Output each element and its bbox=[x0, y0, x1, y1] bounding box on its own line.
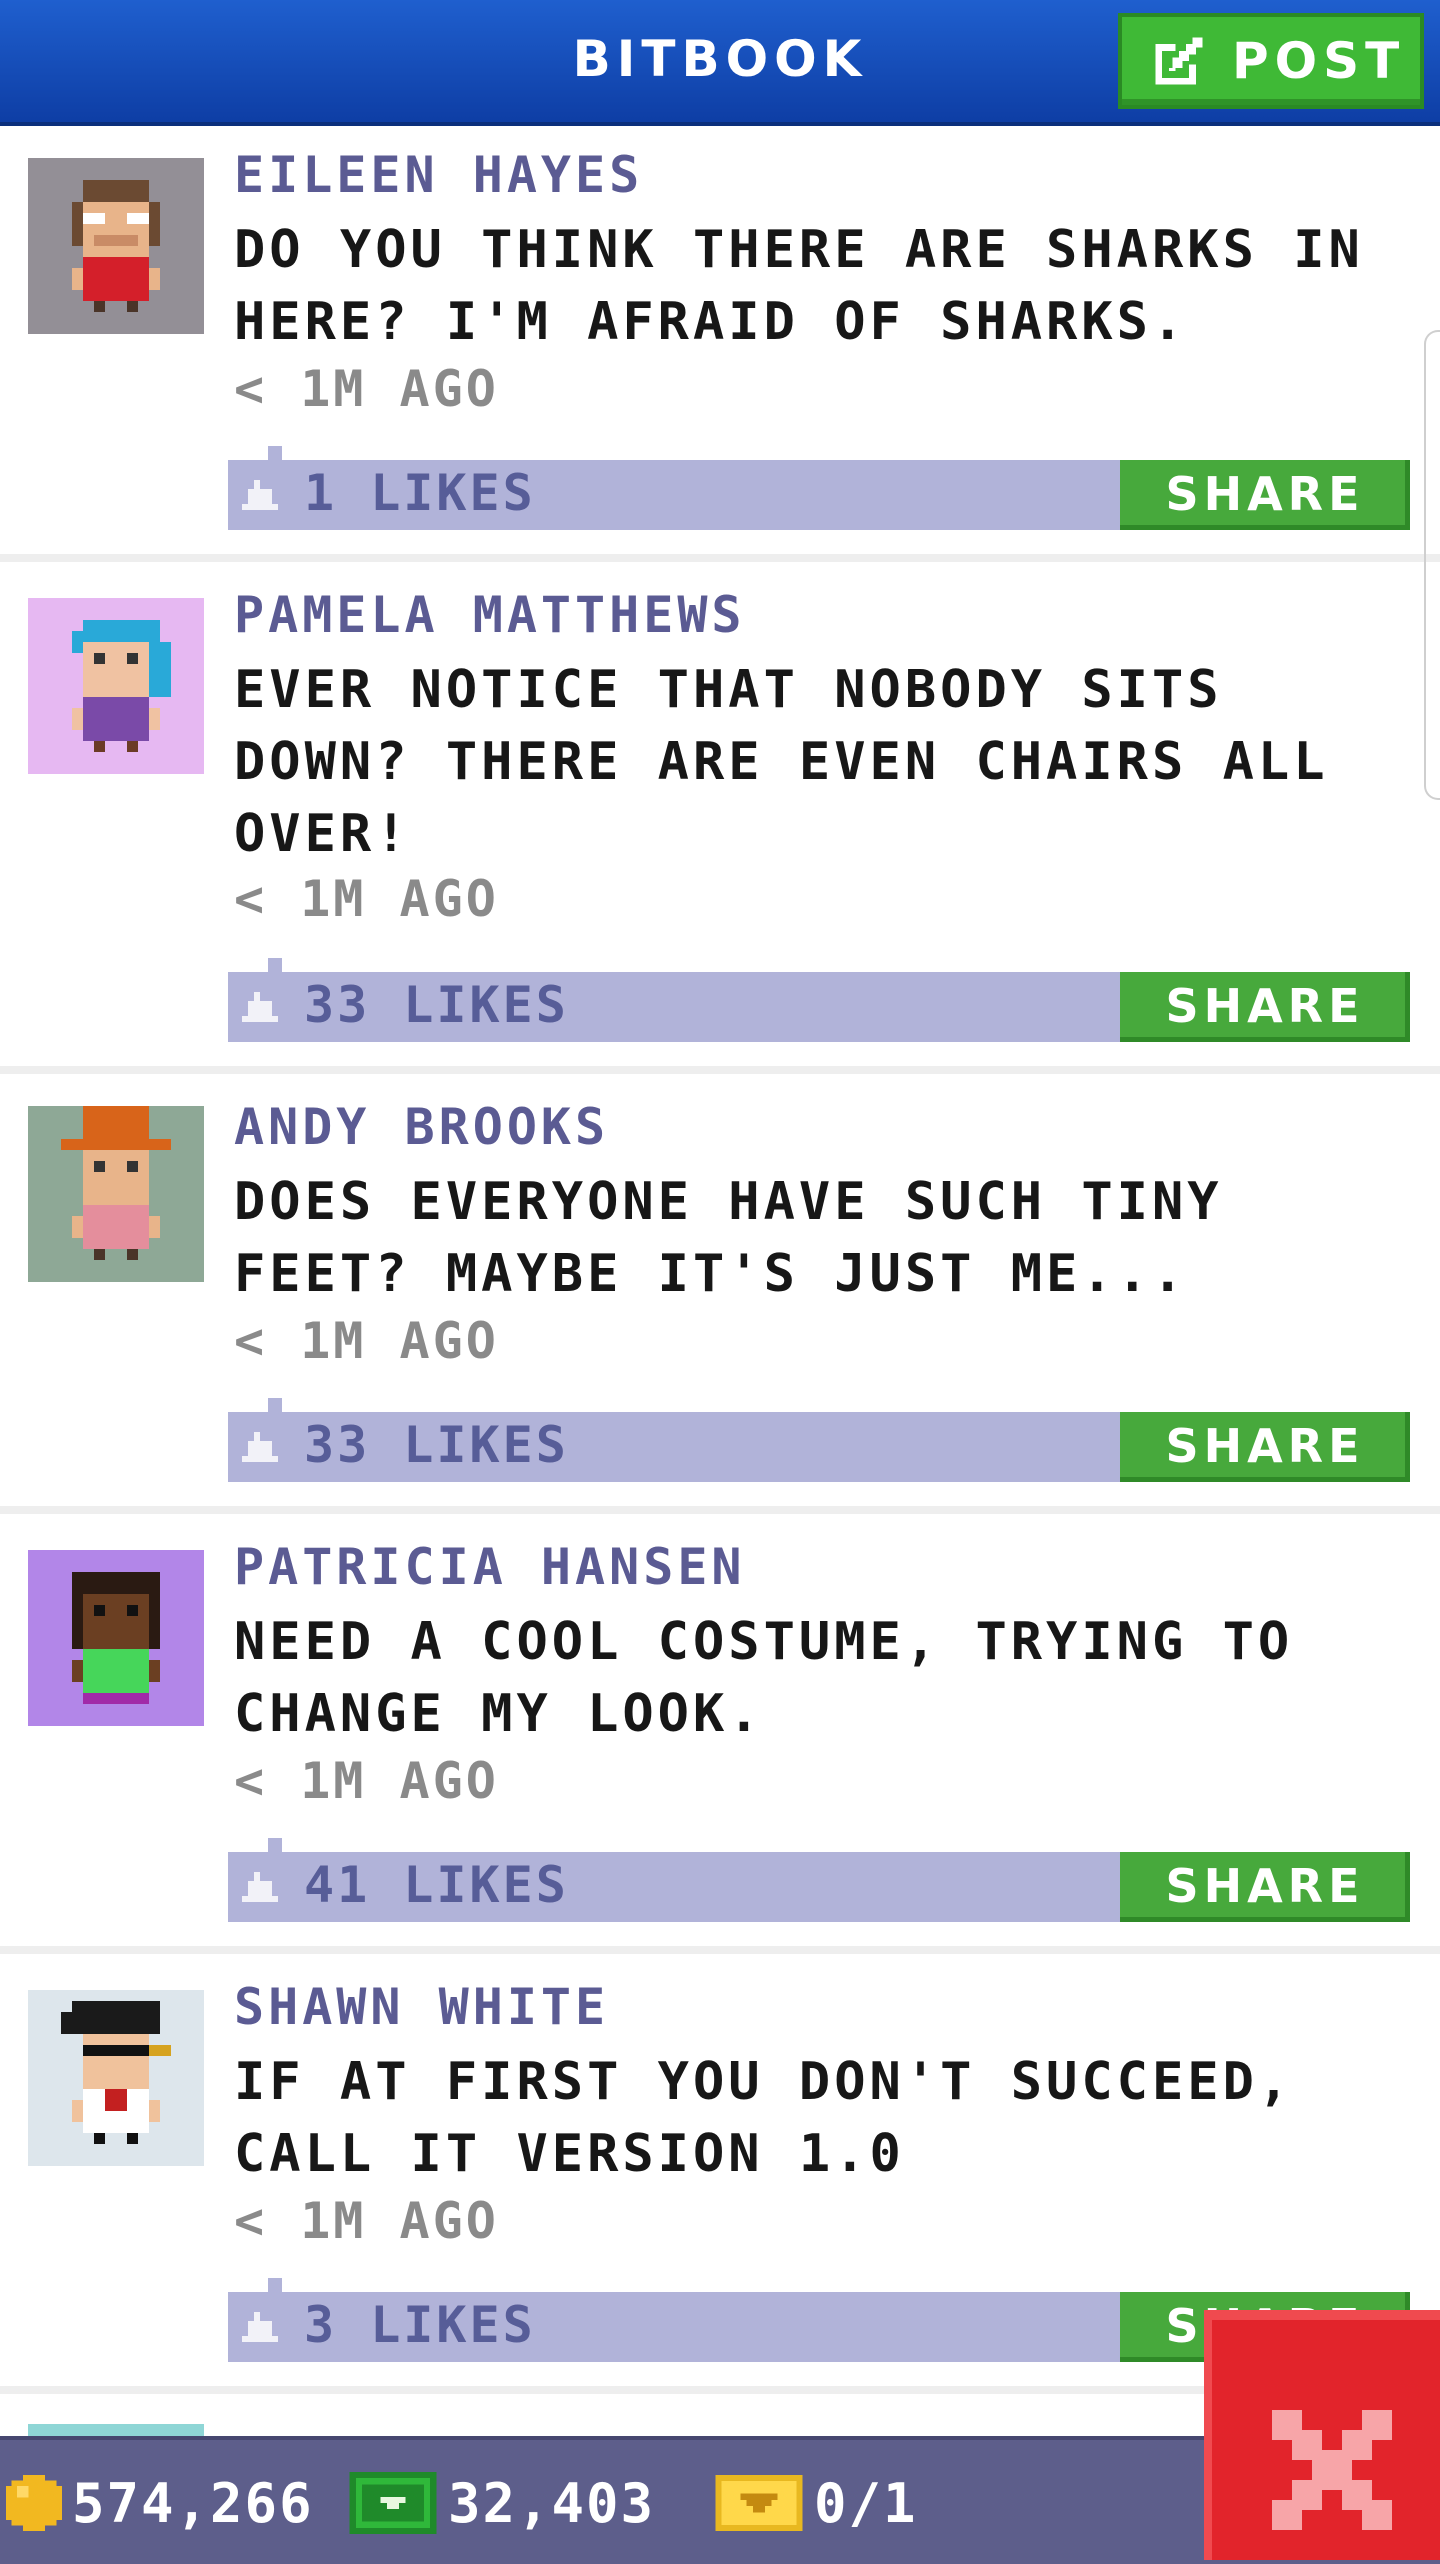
close-button[interactable] bbox=[1204, 2310, 1440, 2560]
likes-bar: 41 LIKES SHARE bbox=[228, 1838, 1410, 1922]
thumbs-up-icon[interactable] bbox=[242, 992, 278, 1022]
likes-count: 41 LIKES bbox=[304, 1856, 569, 1914]
post-time: < 1M AGO bbox=[234, 1312, 499, 1370]
post-author[interactable]: EILEEN HAYES bbox=[234, 146, 643, 204]
feed-post: EILEEN HAYES DO YOU THINK THERE ARE SHAR… bbox=[0, 124, 1440, 554]
likes-count: 1 LIKES bbox=[304, 464, 536, 522]
post-author[interactable]: PAMELA MATTHEWS bbox=[234, 586, 746, 644]
close-icon bbox=[1272, 2410, 1392, 2530]
post-message: DOES EVERYONE HAVE SUCH TINY FEET? MAYBE… bbox=[234, 1172, 1223, 1304]
avatar bbox=[28, 1990, 204, 2166]
post-message: DO YOU THINK THERE ARE SHARKS IN HERE? I… bbox=[234, 220, 1364, 352]
post-time: < 1M AGO bbox=[234, 2192, 499, 2250]
post-time: < 1M AGO bbox=[234, 1752, 499, 1810]
post-message: NEED A COOL COSTUME, TRYING TO CHANGE MY… bbox=[234, 1612, 1294, 1744]
scrollbar[interactable] bbox=[1424, 330, 1440, 800]
coin-icon bbox=[6, 2475, 62, 2531]
share-button[interactable]: SHARE bbox=[1120, 972, 1410, 1042]
thumbs-up-icon[interactable] bbox=[242, 2312, 278, 2342]
share-button[interactable]: SHARE bbox=[1120, 1412, 1410, 1482]
likes-count: 3 LIKES bbox=[304, 2296, 536, 2354]
avatar bbox=[28, 1106, 204, 1282]
divider bbox=[0, 554, 1440, 562]
thumbs-up-icon[interactable] bbox=[242, 1432, 278, 1462]
bux-stat: 32,403 bbox=[348, 2468, 655, 2538]
compose-icon bbox=[1155, 37, 1203, 85]
share-button[interactable]: SHARE bbox=[1120, 1852, 1410, 1922]
bux-icon bbox=[349, 2472, 437, 2534]
post-time: < 1M AGO bbox=[234, 870, 499, 928]
avatar bbox=[28, 158, 204, 334]
tickets-stat: 0/1 bbox=[714, 2468, 918, 2538]
likes-bar: 1 LIKES SHARE bbox=[228, 446, 1410, 530]
post-button[interactable]: POST bbox=[1118, 13, 1424, 109]
thumbs-up-icon[interactable] bbox=[242, 480, 278, 510]
coins-stat: 574,266 bbox=[6, 2468, 314, 2538]
app-header: BITBOOK POST bbox=[0, 0, 1440, 126]
post-button-label: POST bbox=[1232, 32, 1406, 90]
feed-post: PATRICIA HANSEN NEED A COOL COSTUME, TRY… bbox=[0, 1516, 1440, 1946]
feed-post: PAMELA MATTHEWS EVER NOTICE THAT NOBODY … bbox=[0, 564, 1440, 1064]
likes-bar: 33 LIKES SHARE bbox=[228, 1398, 1410, 1482]
post-author[interactable]: ANDY BROOKS bbox=[234, 1098, 609, 1156]
post-message: IF AT FIRST YOU DON'T SUCCEED, CALL IT V… bbox=[234, 2052, 1294, 2184]
divider bbox=[0, 1506, 1440, 1514]
avatar bbox=[28, 1550, 204, 1726]
likes-count: 33 LIKES bbox=[304, 1416, 569, 1474]
post-author[interactable]: PATRICIA HANSEN bbox=[234, 1538, 746, 1596]
ticket-icon bbox=[715, 2475, 803, 2531]
likes-bar: 33 LIKES SHARE bbox=[228, 958, 1410, 1042]
thumbs-up-icon[interactable] bbox=[242, 1872, 278, 1902]
divider bbox=[0, 1946, 1440, 1954]
coins-count: 574,266 bbox=[72, 2471, 314, 2535]
avatar bbox=[28, 598, 204, 774]
divider bbox=[0, 1066, 1440, 1074]
share-button[interactable]: SHARE bbox=[1120, 460, 1410, 530]
bux-count: 32,403 bbox=[448, 2471, 656, 2535]
likes-count: 33 LIKES bbox=[304, 976, 569, 1034]
feed-post: ANDY BROOKS DOES EVERYONE HAVE SUCH TINY… bbox=[0, 1076, 1440, 1506]
tickets-count: 0/1 bbox=[814, 2471, 918, 2535]
post-time: < 1M AGO bbox=[234, 360, 499, 418]
post-message: EVER NOTICE THAT NOBODY SITS DOWN? THERE… bbox=[234, 660, 1329, 864]
post-author[interactable]: SHAWN WHITE bbox=[234, 1978, 609, 2036]
